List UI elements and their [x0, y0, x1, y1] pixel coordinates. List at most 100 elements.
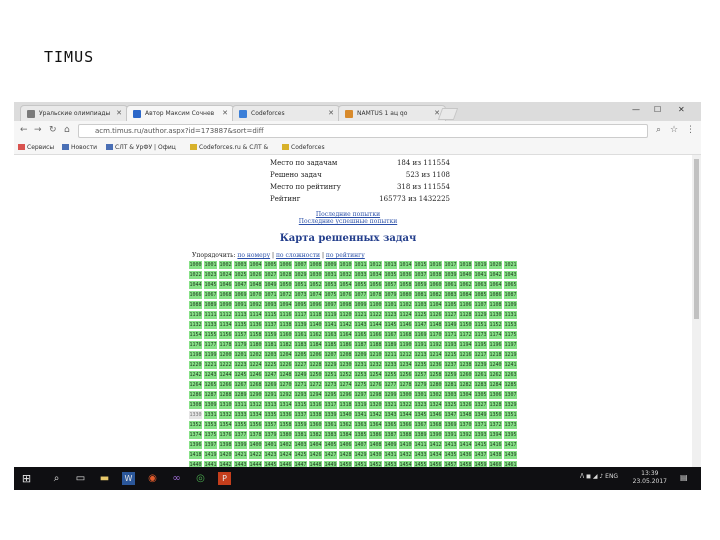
- solved-problem-cell[interactable]: 1104: [428, 300, 443, 310]
- solved-problem-cell[interactable]: 1395: [503, 430, 518, 440]
- solved-problem-cell[interactable]: 1375: [203, 430, 218, 440]
- powerpoint-icon[interactable]: P: [218, 472, 231, 485]
- solved-problem-cell[interactable]: 1360: [308, 420, 323, 430]
- solved-problem-cell[interactable]: 1252: [338, 370, 353, 380]
- solved-problem-cell[interactable]: 1146: [398, 320, 413, 330]
- solved-problem-cell[interactable]: 1197: [503, 340, 518, 350]
- browser-tab-timus-author[interactable]: Автор Максим Сочнев ✕: [126, 105, 234, 121]
- solved-problem-cell[interactable]: 1214: [428, 350, 443, 360]
- solved-problem-cell[interactable]: 1018: [458, 260, 473, 270]
- solved-problem-cell[interactable]: 1088: [188, 300, 203, 310]
- solved-problem-cell[interactable]: 1073: [293, 290, 308, 300]
- solved-problem-cell[interactable]: 1350: [488, 410, 503, 420]
- solved-problem-cell[interactable]: 1425: [293, 450, 308, 460]
- solved-problem-cell[interactable]: 1434: [428, 450, 443, 460]
- solved-problem-cell[interactable]: 1355: [233, 420, 248, 430]
- solved-problem-cell[interactable]: 1412: [428, 440, 443, 450]
- solved-problem-cell[interactable]: 1271: [293, 380, 308, 390]
- solved-problem-cell[interactable]: 1063: [473, 280, 488, 290]
- recent-attempts-link[interactable]: Последние попытки: [14, 211, 682, 218]
- solved-problem-cell[interactable]: 1391: [443, 430, 458, 440]
- solved-problem-cell[interactable]: 1170: [428, 330, 443, 340]
- solved-problem-cell[interactable]: 1438: [488, 450, 503, 460]
- solved-problem-cell[interactable]: 1428: [338, 450, 353, 460]
- solved-problem-cell[interactable]: 1141: [323, 320, 338, 330]
- solved-problem-cell[interactable]: 1333: [233, 410, 248, 420]
- solved-problem-cell[interactable]: 1397: [203, 440, 218, 450]
- solved-problem-cell[interactable]: 1032: [338, 270, 353, 280]
- solved-problem-cell[interactable]: 1004: [248, 260, 263, 270]
- solved-problem-cell[interactable]: 1228: [308, 360, 323, 370]
- solved-problem-cell[interactable]: 1183: [293, 340, 308, 350]
- solved-problem-cell[interactable]: 1429: [353, 450, 368, 460]
- solved-problem-cell[interactable]: 1370: [458, 420, 473, 430]
- solved-problem-cell[interactable]: 1396: [188, 440, 203, 450]
- solved-problem-cell[interactable]: 1037: [413, 270, 428, 280]
- solved-problem-cell[interactable]: 1099: [353, 300, 368, 310]
- solved-problem-cell[interactable]: 1393: [473, 430, 488, 440]
- solved-problem-cell[interactable]: 1240: [488, 360, 503, 370]
- solved-problem-cell[interactable]: 1205: [293, 350, 308, 360]
- solved-problem-cell[interactable]: 1179: [233, 340, 248, 350]
- solved-problem-cell[interactable]: 1238: [458, 360, 473, 370]
- solved-problem-cell[interactable]: 1080: [398, 290, 413, 300]
- solved-problem-cell[interactable]: 1142: [338, 320, 353, 330]
- solved-problem-cell[interactable]: 1265: [203, 380, 218, 390]
- solved-problem-cell[interactable]: 1234: [398, 360, 413, 370]
- solved-problem-cell[interactable]: 1323: [413, 400, 428, 410]
- solved-problem-cell[interactable]: 1074: [308, 290, 323, 300]
- solved-problem-cell[interactable]: 1335: [263, 410, 278, 420]
- solved-problem-cell[interactable]: 1403: [293, 440, 308, 450]
- solved-problem-cell[interactable]: 1281: [443, 380, 458, 390]
- solved-problem-cell[interactable]: 1282: [458, 380, 473, 390]
- solved-problem-cell[interactable]: 1034: [368, 270, 383, 280]
- solved-problem-cell[interactable]: 1208: [338, 350, 353, 360]
- solved-problem-cell[interactable]: 1276: [368, 380, 383, 390]
- solved-problem-cell[interactable]: 1399: [233, 440, 248, 450]
- solved-problem-cell[interactable]: 1029: [293, 270, 308, 280]
- solved-problem-cell[interactable]: 1195: [473, 340, 488, 350]
- solved-problem-cell[interactable]: 1394: [488, 430, 503, 440]
- solved-problem-cell[interactable]: 1096: [308, 300, 323, 310]
- solved-problem-cell[interactable]: 1172: [458, 330, 473, 340]
- solved-problem-cell[interactable]: 1115: [263, 310, 278, 320]
- solved-problem-cell[interactable]: 1035: [383, 270, 398, 280]
- solved-problem-cell[interactable]: 1315: [293, 400, 308, 410]
- solved-problem-cell[interactable]: 1082: [428, 290, 443, 300]
- solved-problem-cell[interactable]: 1213: [413, 350, 428, 360]
- solved-problem-cell[interactable]: 1376: [218, 430, 233, 440]
- solved-problem-cell[interactable]: 1270: [278, 380, 293, 390]
- close-icon[interactable]: ✕: [222, 109, 228, 117]
- solved-problem-cell[interactable]: 1325: [443, 400, 458, 410]
- solved-problem-cell[interactable]: 1118: [308, 310, 323, 320]
- solved-problem-cell[interactable]: 1221: [203, 360, 218, 370]
- solved-problem-cell[interactable]: 1300: [398, 390, 413, 400]
- solved-problem-cell[interactable]: 1114: [248, 310, 263, 320]
- bookmark-slt[interactable]: СЛТ & УрФУ | Офиц: [106, 144, 176, 151]
- solved-problem-cell[interactable]: 1137: [263, 320, 278, 330]
- solved-problem-cell[interactable]: 1061: [443, 280, 458, 290]
- solved-problem-cell[interactable]: 1005: [263, 260, 278, 270]
- forward-icon[interactable]: →: [34, 125, 42, 135]
- solved-problem-cell[interactable]: 1264: [188, 380, 203, 390]
- solved-problem-cell[interactable]: 1102: [398, 300, 413, 310]
- solved-problem-cell[interactable]: 1342: [368, 410, 383, 420]
- solved-problem-cell[interactable]: 1251: [323, 370, 338, 380]
- solved-problem-cell[interactable]: 1293: [293, 390, 308, 400]
- solved-problem-cell[interactable]: 1327: [473, 400, 488, 410]
- solved-problem-cell[interactable]: 1048: [248, 280, 263, 290]
- solved-problem-cell[interactable]: 1016: [428, 260, 443, 270]
- solved-problem-cell[interactable]: 1201: [233, 350, 248, 360]
- solved-problem-cell[interactable]: 1378: [248, 430, 263, 440]
- search-icon[interactable]: ⌕: [50, 472, 63, 485]
- solved-problem-cell[interactable]: 1273: [323, 380, 338, 390]
- solved-problem-cell[interactable]: 1431: [383, 450, 398, 460]
- solved-problem-cell[interactable]: 1159: [263, 330, 278, 340]
- solved-problem-cell[interactable]: 1060: [428, 280, 443, 290]
- solved-problem-cell[interactable]: 1079: [383, 290, 398, 300]
- solved-problem-cell[interactable]: 1001: [203, 260, 218, 270]
- solved-problem-cell[interactable]: 1011: [353, 260, 368, 270]
- solved-problem-cell[interactable]: 1203: [263, 350, 278, 360]
- solved-problem-cell[interactable]: 1058: [398, 280, 413, 290]
- solved-problem-cell[interactable]: 1435: [443, 450, 458, 460]
